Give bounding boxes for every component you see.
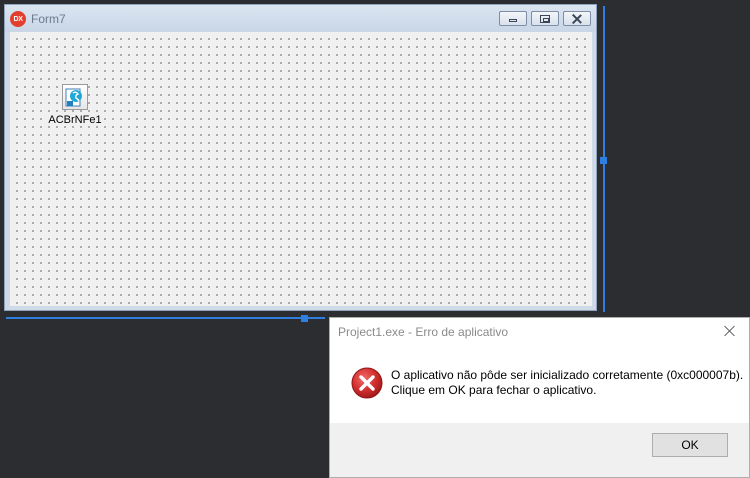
selection-guide-horizontal [6, 317, 325, 319]
maximize-button[interactable] [531, 11, 559, 26]
minimize-icon [509, 19, 517, 22]
minimize-button[interactable] [499, 11, 527, 26]
error-dialog[interactable]: Project1.exe - Erro de aplicativo O apli… [329, 317, 750, 478]
close-button[interactable] [563, 11, 591, 26]
close-icon [572, 14, 582, 24]
dialog-title: Project1.exe - Erro de aplicativo [338, 325, 509, 339]
error-icon [350, 366, 384, 400]
error-message-line-2: Clique em OK para fechar o aplicativo. [391, 383, 597, 397]
close-icon [724, 325, 736, 337]
resize-handle-right[interactable] [600, 157, 607, 164]
error-message: O aplicativo não pôde ser inicializado c… [391, 368, 743, 398]
acbr-nfe-component-icon [62, 84, 88, 110]
component-label: ACBrNFe1 [48, 114, 102, 126]
error-message-line-1: O aplicativo não pôde ser inicializado c… [391, 368, 744, 382]
form-design-canvas[interactable]: ACBrNFe1 [10, 32, 592, 306]
form-designer-window[interactable]: DX Form7 ACBrNFe1 [4, 4, 597, 311]
form-title: Form7 [31, 12, 66, 26]
maximize-icon [540, 14, 550, 23]
devexpress-logo-icon: DX [10, 11, 26, 27]
resize-handle-bottom[interactable] [301, 315, 308, 322]
ok-button[interactable]: OK [652, 433, 728, 457]
form-titlebar[interactable]: DX Form7 [5, 5, 596, 32]
acbrnfe-component[interactable]: ACBrNFe1 [45, 84, 105, 128]
dialog-close-button[interactable] [715, 319, 745, 343]
